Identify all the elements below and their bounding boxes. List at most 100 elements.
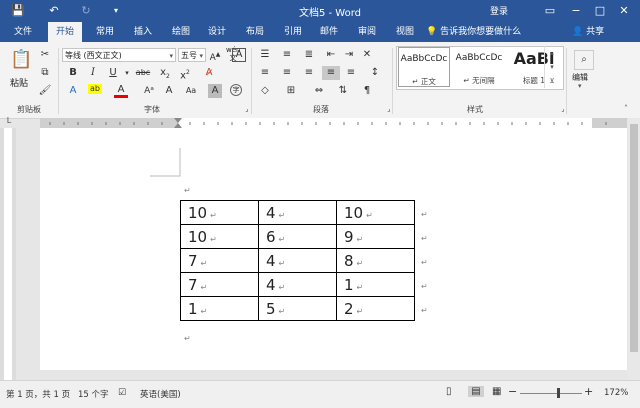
save-icon[interactable]: 💾 bbox=[10, 3, 26, 19]
clipboard-icon[interactable]: 📋 bbox=[10, 48, 32, 72]
shrink-font-icon[interactable]: Aᵃ bbox=[142, 84, 156, 98]
print-layout-icon[interactable]: ▤ bbox=[468, 386, 484, 397]
zoom-out-icon[interactable]: − bbox=[508, 385, 517, 398]
subscript-icon[interactable]: x2 bbox=[158, 66, 172, 80]
zoom-in-icon[interactable]: + bbox=[584, 385, 593, 398]
document-page[interactable]: ↵ 10 ↵ 4 ↵ 10 ↵ 10 ↵ 6 ↵ 9 ↵ 7 ↵ 4 ↵ 8 ↵ 7 ↵ 4 ↵ 1 ↵ bbox=[40, 128, 627, 370]
table-cell[interactable]: 10 ↵ bbox=[336, 200, 415, 225]
table-cell[interactable]: 9 ↵ bbox=[336, 224, 415, 249]
style-no-spacing[interactable]: AaBbCcDc ↵ 无间隔 bbox=[453, 47, 505, 87]
table-cell[interactable]: 10 ↵ bbox=[180, 200, 259, 225]
tab-view[interactable]: 视图 bbox=[388, 22, 422, 42]
change-case-small-icon[interactable]: Aa bbox=[184, 84, 198, 98]
language-indicator[interactable]: 英语(美国) bbox=[140, 388, 181, 400]
maximize-icon[interactable]: □ bbox=[588, 2, 612, 20]
clear-formatting-icon[interactable]: A̷ bbox=[202, 66, 216, 80]
proofing-icon[interactable]: ☑ bbox=[118, 388, 126, 398]
text-effects-icon[interactable]: A bbox=[66, 84, 80, 98]
style-normal[interactable]: AaBbCcDc ↵ 正文 bbox=[398, 47, 450, 87]
scrollbar-thumb[interactable] bbox=[630, 124, 638, 352]
change-case-icon[interactable]: A bbox=[162, 84, 176, 98]
asian-layout-icon[interactable]: ✕ bbox=[360, 48, 374, 62]
zoom-slider-thumb[interactable] bbox=[557, 388, 560, 398]
font-name-combo[interactable]: 等线 (西文正文) ▾ bbox=[62, 48, 176, 62]
character-border-icon[interactable]: A bbox=[232, 48, 246, 62]
grow-font-icon[interactable]: A▲ bbox=[208, 48, 222, 63]
tab-draw[interactable]: 绘图 bbox=[164, 22, 198, 42]
word-count[interactable]: 15 个字 bbox=[78, 388, 109, 400]
font-size-combo[interactable]: 五号 ▾ bbox=[178, 48, 206, 62]
redo-icon[interactable]: ↻ bbox=[78, 3, 94, 19]
paste-label[interactable]: 粘贴 bbox=[10, 76, 28, 89]
collapse-ribbon-icon[interactable]: ˄ bbox=[624, 104, 628, 113]
sign-in-link[interactable]: 登录 bbox=[490, 4, 508, 17]
zoom-level[interactable]: 172% bbox=[604, 388, 628, 398]
copy-icon[interactable]: ⧉ bbox=[38, 66, 52, 80]
underline-icon[interactable]: U bbox=[106, 66, 120, 80]
customize-qat-icon[interactable]: ▾ bbox=[108, 3, 124, 19]
superscript-icon[interactable]: x2 bbox=[178, 66, 192, 81]
tab-selector-icon[interactable]: L bbox=[4, 116, 14, 126]
sort-icon[interactable]: ⇅ bbox=[336, 84, 350, 98]
tab-home[interactable]: 开始 bbox=[48, 22, 82, 42]
align-center-icon[interactable]: ≡ bbox=[280, 66, 294, 80]
tab-file[interactable]: 文件 bbox=[6, 22, 40, 42]
dialog-launcher-icon[interactable]: ⌟ bbox=[556, 102, 570, 116]
tab-review[interactable]: 审阅 bbox=[350, 22, 384, 42]
tell-me-box[interactable]: 💡 告诉我你想要做什么 bbox=[426, 22, 521, 42]
numbering-icon[interactable]: ≡ bbox=[280, 48, 294, 62]
tab-design[interactable]: 设计 bbox=[200, 22, 234, 42]
styles-scroll[interactable]: ▴ ▾ ⊻ bbox=[544, 46, 559, 88]
align-right-icon[interactable]: ≡ bbox=[302, 66, 316, 80]
tab-layout[interactable]: 布局 bbox=[238, 22, 272, 42]
strikethrough-icon[interactable]: abc bbox=[134, 66, 152, 80]
table-cell[interactable]: 1 ↵ bbox=[336, 272, 415, 297]
minimize-icon[interactable]: − bbox=[564, 2, 588, 20]
table-cell[interactable]: 7 ↵ bbox=[180, 272, 259, 297]
tab-mailings[interactable]: 邮件 bbox=[312, 22, 346, 42]
increase-indent-icon[interactable]: ⇥ bbox=[342, 48, 356, 62]
font-color-icon[interactable]: A bbox=[114, 84, 128, 98]
close-icon[interactable]: ✕ bbox=[612, 2, 636, 20]
vertical-ruler[interactable] bbox=[0, 128, 16, 380]
zoom-slider[interactable] bbox=[520, 393, 582, 394]
table-cell[interactable]: 4 ↵ bbox=[258, 248, 337, 273]
tab-references[interactable]: 引用 bbox=[276, 22, 310, 42]
show-marks-icon[interactable]: ¶ bbox=[360, 84, 374, 98]
share-button[interactable]: 👤 共享 bbox=[572, 22, 604, 42]
vertical-scrollbar[interactable] bbox=[628, 118, 640, 380]
tab-common[interactable]: 常用 bbox=[88, 22, 122, 42]
table-cell[interactable]: 5 ↵ bbox=[258, 296, 337, 321]
page-count[interactable]: 第 1 页，共 1 页 bbox=[6, 388, 70, 400]
highlight-icon[interactable]: ab bbox=[88, 84, 102, 94]
table-cell[interactable]: 1 ↵ bbox=[180, 296, 259, 321]
tab-insert[interactable]: 插入 bbox=[126, 22, 160, 42]
character-shading-icon[interactable]: A bbox=[208, 84, 222, 98]
ribbon-display-icon[interactable]: ▭ bbox=[538, 2, 562, 20]
line-spacing-icon[interactable]: ↕ bbox=[368, 66, 382, 80]
align-left-icon[interactable]: ≡ bbox=[258, 66, 272, 80]
dialog-launcher-icon[interactable]: ⌟ bbox=[382, 102, 396, 116]
table-cell[interactable]: 6 ↵ bbox=[258, 224, 337, 249]
search-icon[interactable]: ⌕ bbox=[574, 50, 594, 70]
multilevel-list-icon[interactable]: ≣ bbox=[302, 48, 316, 62]
cut-icon[interactable]: ✂ bbox=[38, 48, 52, 62]
table-cell[interactable]: 4 ↵ bbox=[258, 272, 337, 297]
undo-icon[interactable]: ↶ bbox=[46, 3, 62, 19]
chevron-down-icon[interactable]: ▾ bbox=[578, 82, 582, 90]
enclose-characters-icon[interactable]: 字 bbox=[230, 84, 242, 96]
shading-icon[interactable]: ◇ bbox=[258, 84, 272, 98]
justify-icon[interactable]: ≡ bbox=[322, 66, 340, 80]
chinese-layout-icon[interactable]: ⇔ bbox=[312, 84, 326, 98]
italic-icon[interactable]: I bbox=[86, 66, 100, 80]
table-cell[interactable]: 10 ↵ bbox=[180, 224, 259, 249]
bullets-icon[interactable]: ☰ bbox=[258, 48, 272, 62]
table-cell[interactable]: 2 ↵ bbox=[336, 296, 415, 321]
read-mode-icon[interactable]: ▯ bbox=[446, 386, 452, 397]
data-table[interactable]: 10 ↵ 4 ↵ 10 ↵ 10 ↵ 6 ↵ 9 ↵ 7 ↵ 4 ↵ 8 ↵ 7 ↵ 4 ↵ 1 ↵ 1… bbox=[180, 200, 415, 321]
web-layout-icon[interactable]: ▦ bbox=[492, 386, 501, 397]
table-cell[interactable]: 4 ↵ bbox=[258, 200, 337, 225]
bold-icon[interactable]: B bbox=[66, 66, 80, 80]
distributed-icon[interactable]: ≡ bbox=[344, 66, 358, 80]
chevron-down-icon[interactable]: ▾ bbox=[120, 66, 134, 80]
